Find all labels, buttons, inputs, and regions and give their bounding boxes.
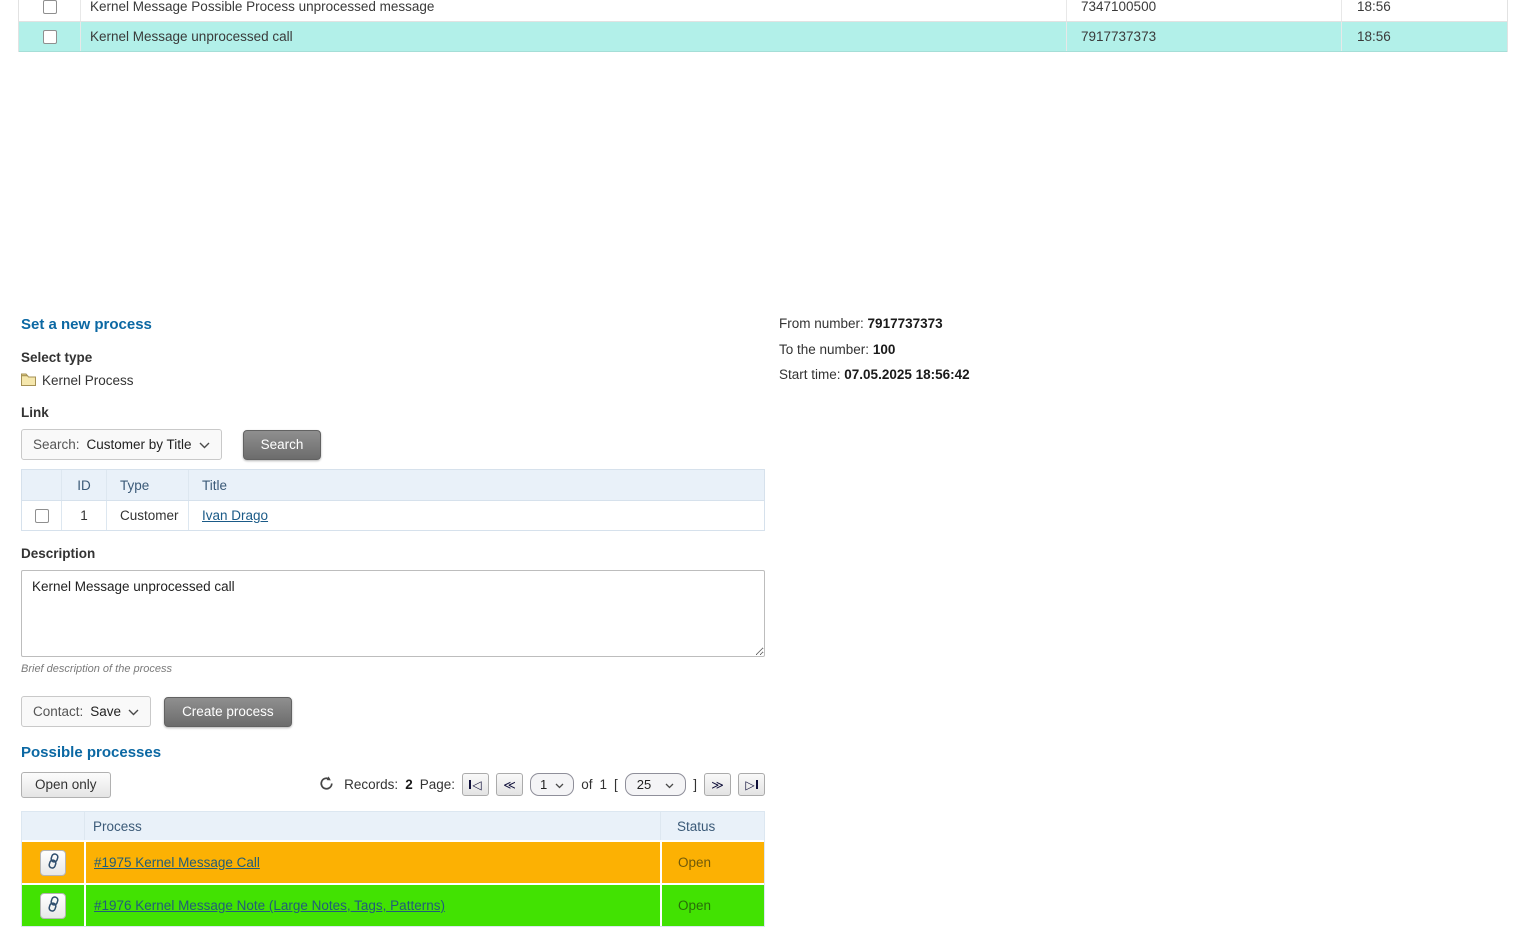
chain-link-icon — [47, 853, 60, 872]
chevron-down-icon — [665, 777, 674, 792]
to-number-label: To the number: — [779, 342, 869, 357]
page-number-value: 1 — [540, 777, 547, 792]
message-row[interactable]: Kernel Message Possible Process unproces… — [19, 0, 1507, 22]
page-number-select[interactable]: 1 — [530, 773, 574, 796]
possible-processes-title: Possible processes — [21, 744, 765, 761]
start-time-label: Start time: — [779, 367, 841, 382]
link-header-id: ID — [62, 470, 107, 500]
refresh-button[interactable] — [319, 776, 334, 794]
process-type-name: Kernel Process — [42, 373, 134, 388]
of-label: of — [581, 777, 592, 792]
link-header-checkbox — [22, 470, 62, 500]
description-label: Description — [21, 546, 765, 561]
message-row-checkbox-cell — [19, 0, 81, 21]
process-row: #1975 Kernel Message Call Open — [22, 840, 764, 883]
link-row-type: Customer — [107, 501, 189, 530]
page-size-select[interactable]: 25 — [625, 773, 686, 796]
process-row: #1976 Kernel Message Note (Large Notes, … — [22, 883, 764, 926]
description-hint: Brief description of the process — [21, 663, 765, 675]
message-time: 18:56 — [1342, 0, 1507, 21]
folder-icon — [21, 373, 36, 389]
process-status: Open — [678, 855, 711, 870]
records-count: 2 — [405, 777, 413, 792]
process-link[interactable]: #1975 Kernel Message Call — [94, 855, 260, 870]
link-table-row: 1 Customer Ivan Drago — [22, 500, 764, 530]
message-time: 18:56 — [1342, 22, 1507, 51]
page-title: Set a new process — [21, 316, 765, 333]
process-status: Open — [678, 898, 711, 913]
prev-page-icon: ≪ — [503, 779, 516, 791]
message-row-selected[interactable]: Kernel Message unprocessed call 79177373… — [19, 22, 1507, 52]
search-type-select[interactable]: Search: Customer by Title — [21, 429, 222, 460]
from-number-label: From number: — [779, 316, 864, 331]
search-select-label: Search: — [33, 437, 80, 452]
prev-page-button[interactable]: ≪ — [496, 773, 523, 796]
link-table-header: ID Type Title — [22, 470, 764, 500]
process-header-icon-col — [22, 812, 84, 840]
bracket-close: ] — [693, 777, 697, 792]
page-size-value: 25 — [637, 777, 651, 792]
pagination: Records: 2 Page: ◁ ≪ 1 of 1 [ — [319, 773, 765, 796]
search-button[interactable]: Search — [243, 430, 322, 460]
message-row-checkbox[interactable] — [43, 0, 57, 14]
records-label: Records: — [344, 777, 398, 792]
process-link[interactable]: #1976 Kernel Message Note (Large Notes, … — [94, 898, 445, 913]
link-results-table: ID Type Title 1 Customer Ivan Drago — [21, 469, 765, 531]
contact-action-select[interactable]: Contact: Save — [21, 696, 151, 727]
message-text: Kernel Message Possible Process unproces… — [81, 0, 1067, 21]
link-process-button[interactable] — [40, 893, 66, 919]
process-type-item[interactable]: Kernel Process — [21, 372, 765, 389]
link-header-title: Title — [189, 470, 764, 500]
from-number-value: 7917737373 — [868, 316, 943, 331]
page-label: Page: — [420, 777, 455, 792]
description-textarea[interactable]: Kernel Message unprocessed call — [21, 570, 765, 657]
link-section-label: Link — [21, 405, 765, 420]
call-info-to: To the number: 100 — [779, 342, 970, 357]
call-info-from: From number: 7917737373 — [779, 316, 970, 331]
chain-link-icon — [47, 896, 60, 915]
link-row-checkbox-cell — [22, 501, 62, 530]
create-process-button[interactable]: Create process — [164, 697, 292, 727]
bracket-open: [ — [614, 777, 618, 792]
call-info-panel: From number: 7917737373 To the number: 1… — [779, 316, 970, 393]
process-table-header: Process Status — [22, 812, 764, 840]
chevron-down-icon — [128, 704, 139, 719]
link-row-checkbox[interactable] — [35, 509, 49, 523]
message-number: 7917737373 — [1067, 22, 1342, 51]
messages-table: Kernel Message Possible Process unproces… — [18, 0, 1508, 52]
refresh-icon — [319, 776, 334, 794]
link-row-title-link[interactable]: Ivan Drago — [202, 508, 268, 523]
call-info-start: Start time: 07.05.2025 18:56:42 — [779, 367, 970, 382]
start-time-value: 07.05.2025 18:56:42 — [844, 367, 969, 382]
process-header-status: Status — [660, 812, 764, 840]
to-number-value: 100 — [873, 342, 896, 357]
chevron-down-icon — [199, 437, 210, 452]
link-header-type: Type — [107, 470, 189, 500]
link-row-id: 1 — [62, 501, 107, 530]
last-page-button[interactable]: ▷ — [738, 773, 765, 796]
contact-select-label: Contact: — [33, 704, 83, 719]
message-text: Kernel Message unprocessed call — [81, 22, 1067, 51]
contact-select-value: Save — [90, 704, 121, 719]
total-pages: 1 — [599, 777, 607, 792]
message-number: 7347100500 — [1067, 0, 1342, 21]
link-process-button[interactable] — [40, 850, 66, 876]
message-row-checkbox[interactable] — [43, 30, 57, 44]
select-type-label: Select type — [21, 350, 765, 365]
open-only-button[interactable]: Open only — [21, 772, 111, 798]
first-page-button[interactable]: ◁ — [462, 773, 489, 796]
last-page-icon — [756, 780, 758, 789]
next-page-icon: ≫ — [711, 779, 724, 791]
chevron-down-icon — [555, 777, 564, 792]
message-row-checkbox-cell — [19, 22, 81, 51]
search-select-value: Customer by Title — [87, 437, 192, 452]
next-page-button[interactable]: ≫ — [704, 773, 731, 796]
process-header-process: Process — [84, 812, 660, 840]
